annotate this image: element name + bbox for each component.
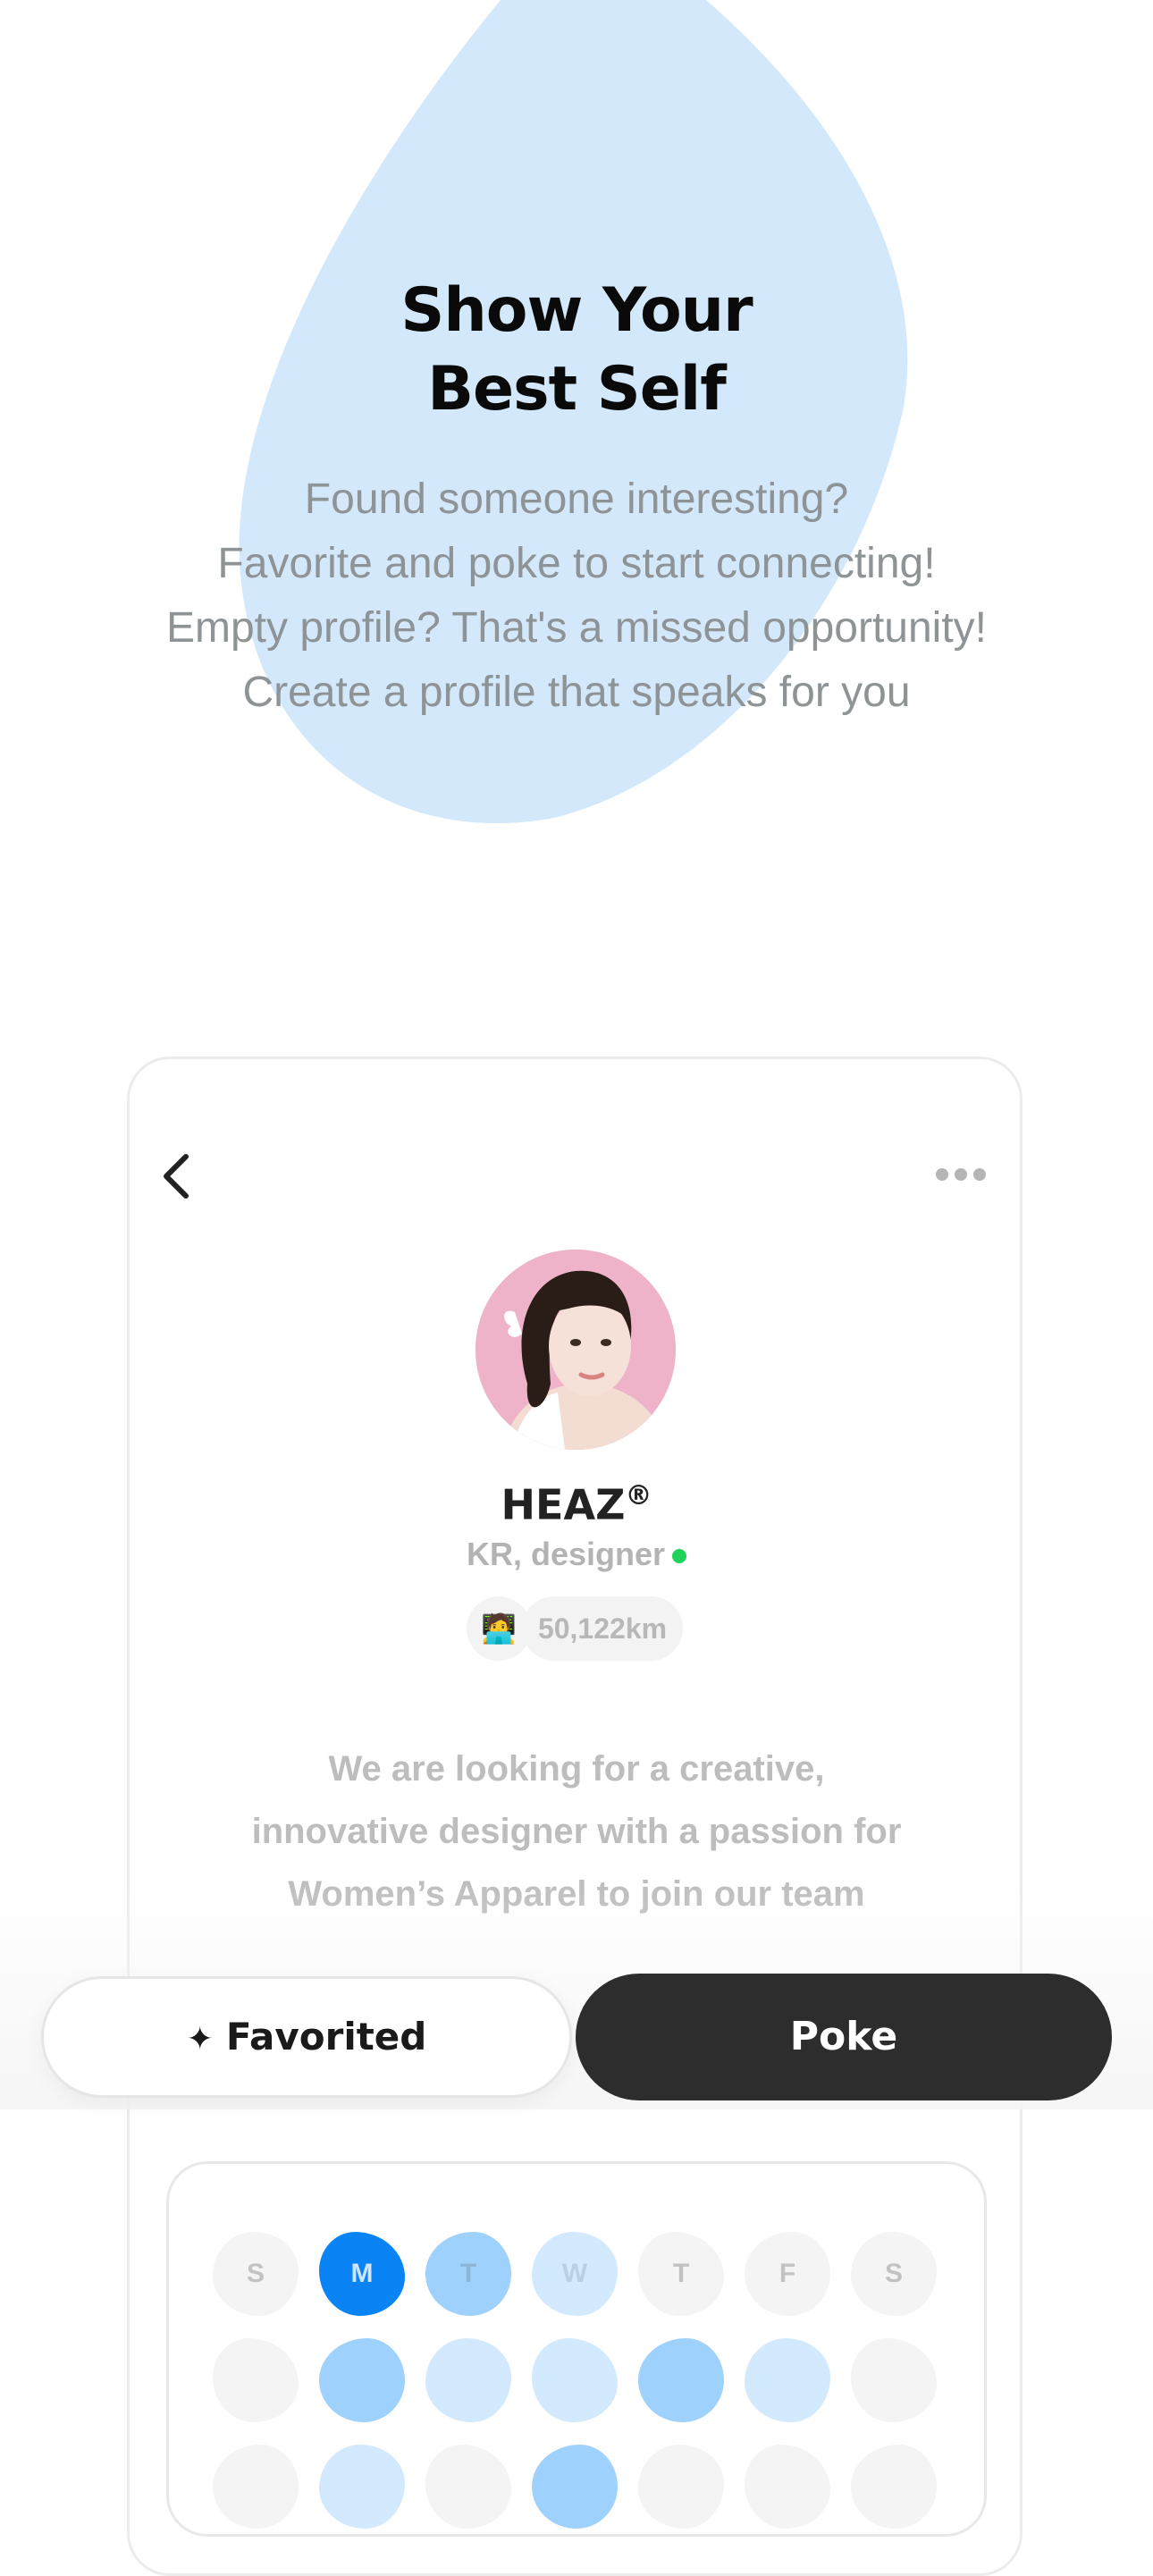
hero-subtitle-line4: Create a profile that speaks for you [242,669,911,716]
availability-cell[interactable] [425,2338,511,2422]
availability-cell[interactable] [851,2445,937,2529]
profile-name-text: HEAZ [501,1480,626,1529]
availability-cell[interactable] [638,2338,724,2422]
bio-line: innovative designer with a passion for [251,1812,902,1851]
day-cell-6[interactable]: S [851,2232,937,2316]
day-cell-2[interactable]: T [425,2232,511,2316]
bio-line: We are looking for a creative, [328,1749,825,1789]
day-cell-0[interactable]: S [213,2232,299,2316]
hero-title-line2: Best Self [427,354,727,425]
day-cell-3[interactable]: W [532,2232,618,2316]
favorited-label: Favorited [225,2015,427,2058]
hero-subtitle-line2: Favorite and poke to start connecting! [217,540,936,587]
sparkle-icon: ✦ [186,2021,214,2058]
hero-subtitle-line3: Empty profile? That's a missed opportuni… [165,604,988,652]
profile-meta: KR, designer [0,1536,1153,1573]
avatar-portrait [476,1250,676,1450]
availability-cell[interactable] [319,2445,405,2529]
avatar [476,1250,676,1450]
back-chevron-icon[interactable] [159,1151,195,1201]
registered-mark: ® [625,1480,652,1511]
availability-cell[interactable] [638,2445,724,2529]
availability-cell[interactable] [745,2338,830,2422]
favorited-button[interactable]: ✦ Favorited [41,1976,572,2098]
hero-title-line1: Show Your [400,275,753,346]
day-cell-5[interactable]: F [745,2232,830,2316]
profile-location-role: KR, designer [466,1536,666,1572]
hero-subtitle-line1: Found someone interesting? [304,476,849,523]
distance-chip: 50,122km [522,1596,683,1661]
poke-button[interactable]: Poke [576,1974,1112,2100]
hero-blob [239,0,908,824]
profile-name: HEAZ® [0,1480,1153,1528]
availability-cell[interactable] [213,2445,299,2529]
availability-cell[interactable] [319,2338,405,2422]
more-dots-icon[interactable] [935,1164,987,1185]
online-status-dot [672,1549,687,1564]
availability-cell[interactable] [532,2445,618,2529]
